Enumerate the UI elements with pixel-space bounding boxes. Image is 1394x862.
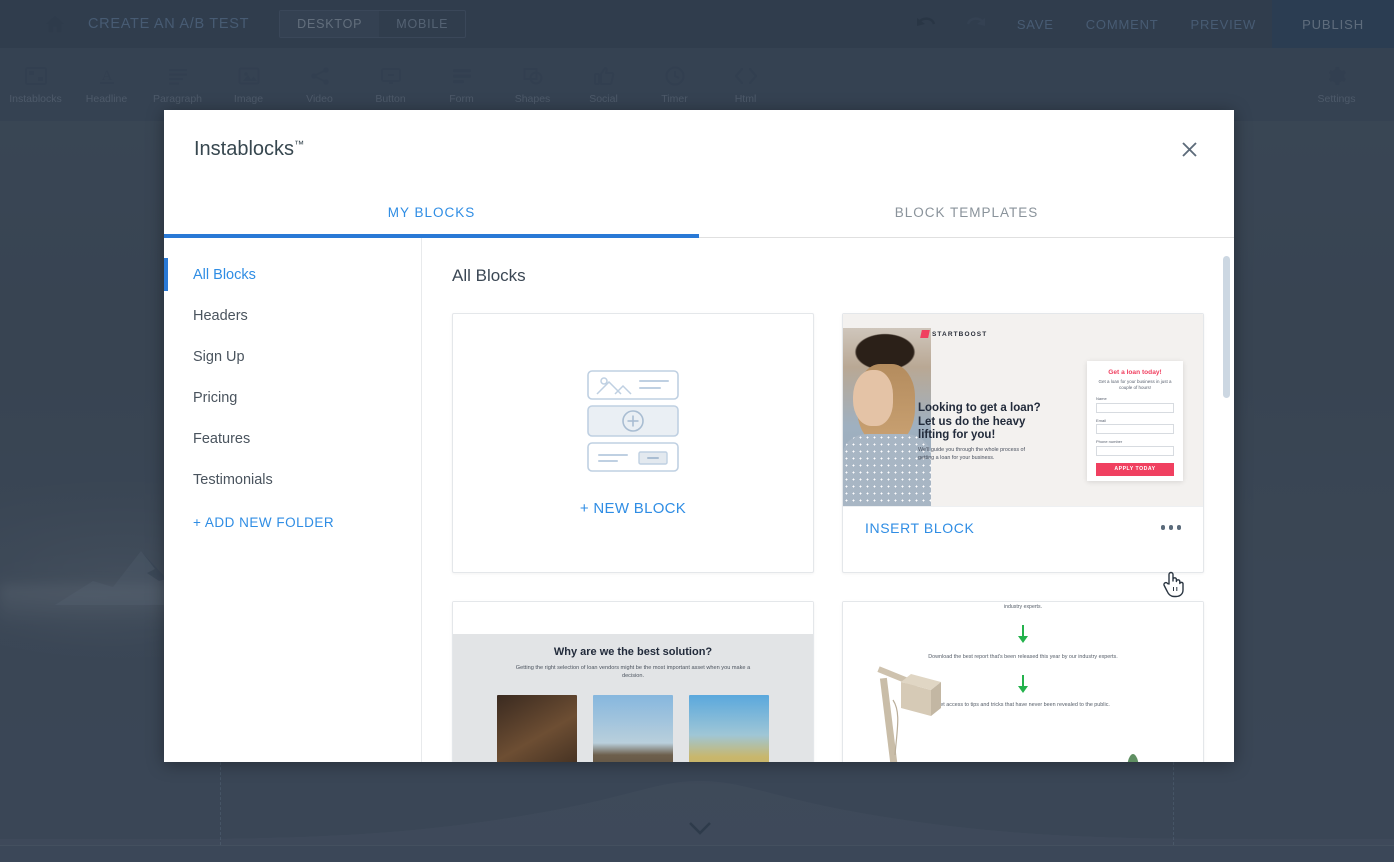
blocks-content: All Blocks + NEW BLOCK STARTBOOST Lookin…: [422, 238, 1234, 762]
field-input-phone: [1096, 445, 1174, 456]
blocks-grid: + NEW BLOCK STARTBOOST Looking to get a …: [452, 313, 1204, 762]
instablocks-modal: Instablocks™ MY BLOCKS BLOCK TEMPLATES A…: [164, 110, 1234, 762]
block-card-report[interactable]: industry experts. Download the best repo…: [842, 601, 1204, 762]
sidebar-item-sign-up[interactable]: Sign Up: [164, 336, 421, 377]
why-best-headline: Why are we the best solution?: [553, 646, 713, 658]
close-button[interactable]: [1174, 134, 1204, 164]
more-horizontal-icon[interactable]: [1160, 525, 1181, 530]
why-best-images: [497, 695, 769, 762]
sidebar-item-pricing[interactable]: Pricing: [164, 377, 421, 418]
block-stack-plus-icon: [587, 369, 679, 472]
block-preview-startboost: STARTBOOST Looking to get a loan? Let us…: [843, 314, 1203, 506]
why-best-image-1: [497, 695, 577, 762]
form-cta-button: APPLY TODAY: [1096, 462, 1174, 476]
lead-form: Get a loan today! Get a loan for your bu…: [1087, 361, 1183, 481]
field-label-email: Email: [1096, 417, 1107, 423]
hero-subtext: We'll guide you through the whole proces…: [918, 447, 1026, 461]
why-best-image-3: [689, 695, 769, 762]
brand-logo: STARTBOOST: [920, 330, 988, 338]
trademark-symbol: ™: [294, 138, 305, 150]
tab-my-blocks[interactable]: MY BLOCKS: [164, 188, 699, 238]
new-block-card[interactable]: + NEW BLOCK: [452, 313, 814, 573]
logo-text: STARTBOOST: [932, 330, 988, 338]
sidebar-item-headers[interactable]: Headers: [164, 295, 421, 336]
field-label-phone: Phone number: [1096, 439, 1123, 444]
block-preview-why-best: Why are we the best solution? Getting th…: [453, 602, 813, 762]
modal-title-text: Instablocks: [194, 137, 295, 160]
cactus-illustration: [1127, 754, 1139, 762]
new-block-label: + NEW BLOCK: [579, 499, 687, 517]
sidebar-item-testimonials[interactable]: Testimonials: [164, 459, 421, 500]
block-preview-report: industry experts. Download the best repo…: [843, 602, 1203, 762]
arrow-down-icon: [1018, 675, 1028, 693]
hero-headline: Looking to get a loan? Let us do the hea…: [918, 402, 1041, 441]
field-input-name: [1096, 402, 1174, 413]
modal-body: All Blocks Headers Sign Up Pricing Featu…: [164, 238, 1234, 762]
modal-tabs: MY BLOCKS BLOCK TEMPLATES: [164, 188, 1234, 238]
field-input-email: [1096, 424, 1174, 434]
close-icon: [1181, 141, 1197, 157]
report-text-bottom: Get access to tips and tricks that have …: [936, 702, 1110, 708]
scrollbar-thumb[interactable]: [1223, 256, 1230, 398]
modal-title: Instablocks™: [194, 138, 304, 161]
add-new-folder-button[interactable]: + ADD NEW FOLDER: [164, 502, 421, 543]
form-title: Get a loan today!: [1108, 369, 1162, 376]
content-heading: All Blocks: [452, 266, 526, 285]
category-sidebar: All Blocks Headers Sign Up Pricing Featu…: [164, 238, 422, 762]
why-best-subtext: Getting the right selection of loan vend…: [515, 665, 751, 679]
report-text-top: industry experts.: [1003, 604, 1043, 610]
why-best-image-2: [593, 695, 673, 762]
logo-mark-icon: [920, 330, 930, 338]
field-label-name: Name: [1096, 396, 1107, 401]
insert-block-button[interactable]: INSERT BLOCK: [865, 520, 974, 536]
block-card-footer: INSERT BLOCK: [843, 506, 1203, 548]
report-text-mid: Download the best report that's been rel…: [928, 654, 1118, 660]
form-subtitle: Get a loan for your business in just a c…: [1098, 379, 1172, 390]
arrow-down-icon: [1018, 625, 1028, 643]
editor-app: CREATE AN A/B TEST DESKTOP MOBILE SAVE C…: [0, 0, 1394, 862]
modal-header: Instablocks™: [164, 110, 1234, 188]
sidebar-item-features[interactable]: Features: [164, 418, 421, 459]
sidebar-item-all-blocks[interactable]: All Blocks: [164, 254, 421, 295]
block-card-why-best[interactable]: Why are we the best solution? Getting th…: [452, 601, 814, 762]
mouse-cursor-pointer: [1163, 571, 1184, 598]
tab-block-templates[interactable]: BLOCK TEMPLATES: [699, 188, 1234, 237]
lamp-illustration: [877, 666, 941, 762]
block-card-startboost[interactable]: STARTBOOST Looking to get a loan? Let us…: [842, 313, 1204, 573]
